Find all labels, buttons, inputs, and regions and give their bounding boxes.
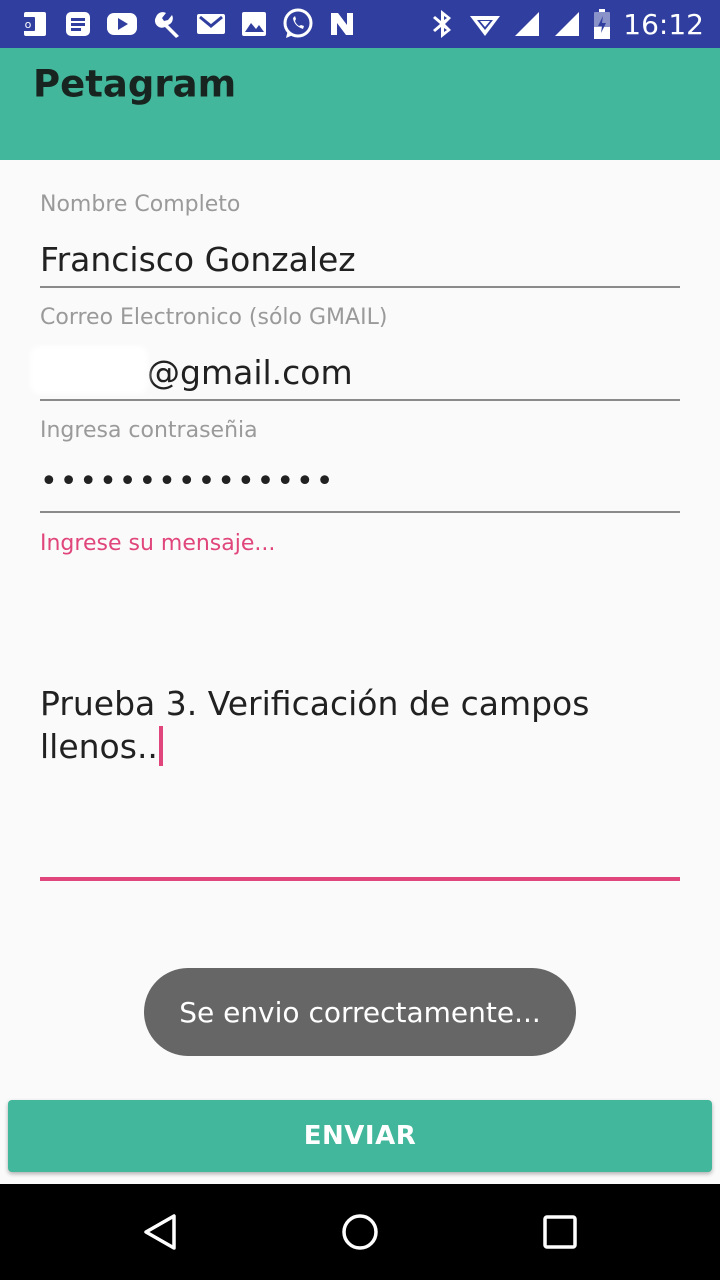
email-label: Correo Electronico (sólo GMAIL) bbox=[40, 305, 388, 330]
svg-text:o: o bbox=[25, 18, 32, 31]
navigation-bar bbox=[0, 1184, 720, 1280]
name-label: Nombre Completo bbox=[40, 192, 241, 217]
email-underline bbox=[40, 399, 680, 401]
message-label: Ingrese su mensaje... bbox=[40, 531, 276, 556]
redacted-area bbox=[30, 346, 148, 394]
signal-icon bbox=[515, 12, 540, 36]
email-input[interactable]: @gmail.com bbox=[147, 353, 353, 392]
send-button-label: ENVIAR bbox=[303, 1121, 417, 1151]
photo-icon bbox=[242, 12, 266, 36]
notes-icon bbox=[66, 12, 90, 36]
message-underline bbox=[40, 877, 680, 881]
password-underline bbox=[40, 511, 680, 513]
n-app-icon bbox=[331, 13, 353, 35]
password-label: Ingresa contraseñia bbox=[40, 418, 258, 443]
wrench-icon bbox=[154, 12, 179, 38]
name-input[interactable]: Francisco Gonzalez bbox=[40, 240, 356, 279]
send-button[interactable]: ENVIAR bbox=[8, 1100, 712, 1172]
home-icon[interactable] bbox=[336, 1208, 384, 1256]
toast-message: Se envio correctamente... bbox=[144, 968, 576, 1056]
whatsapp-icon bbox=[283, 8, 313, 38]
wifi-icon bbox=[470, 16, 501, 36]
bluetooth-icon bbox=[433, 10, 452, 38]
signal-icon-2 bbox=[555, 12, 580, 36]
system-icons: 16:12 bbox=[429, 7, 704, 41]
message-input[interactable]: Prueba 3. Verificación de campos llenos.… bbox=[40, 682, 670, 768]
toast-text: Se envio correctamente... bbox=[179, 995, 541, 1029]
clock: 16:12 bbox=[623, 7, 704, 41]
status-bar: o 16:12 bbox=[0, 0, 720, 48]
back-icon[interactable] bbox=[136, 1208, 184, 1256]
name-underline bbox=[40, 286, 680, 288]
message-text: Prueba 3. Verificación de campos llenos.… bbox=[40, 684, 590, 766]
youtube-icon bbox=[107, 13, 137, 35]
notification-icons: o bbox=[20, 8, 356, 40]
recents-icon[interactable] bbox=[536, 1208, 584, 1256]
outlook-icon: o bbox=[21, 12, 46, 36]
app-title: Petagram bbox=[33, 62, 237, 106]
battery-icon bbox=[594, 9, 611, 39]
gmail-icon bbox=[197, 14, 225, 34]
text-cursor bbox=[158, 726, 163, 766]
password-input[interactable]: ••••••••••••••• bbox=[40, 464, 335, 499]
